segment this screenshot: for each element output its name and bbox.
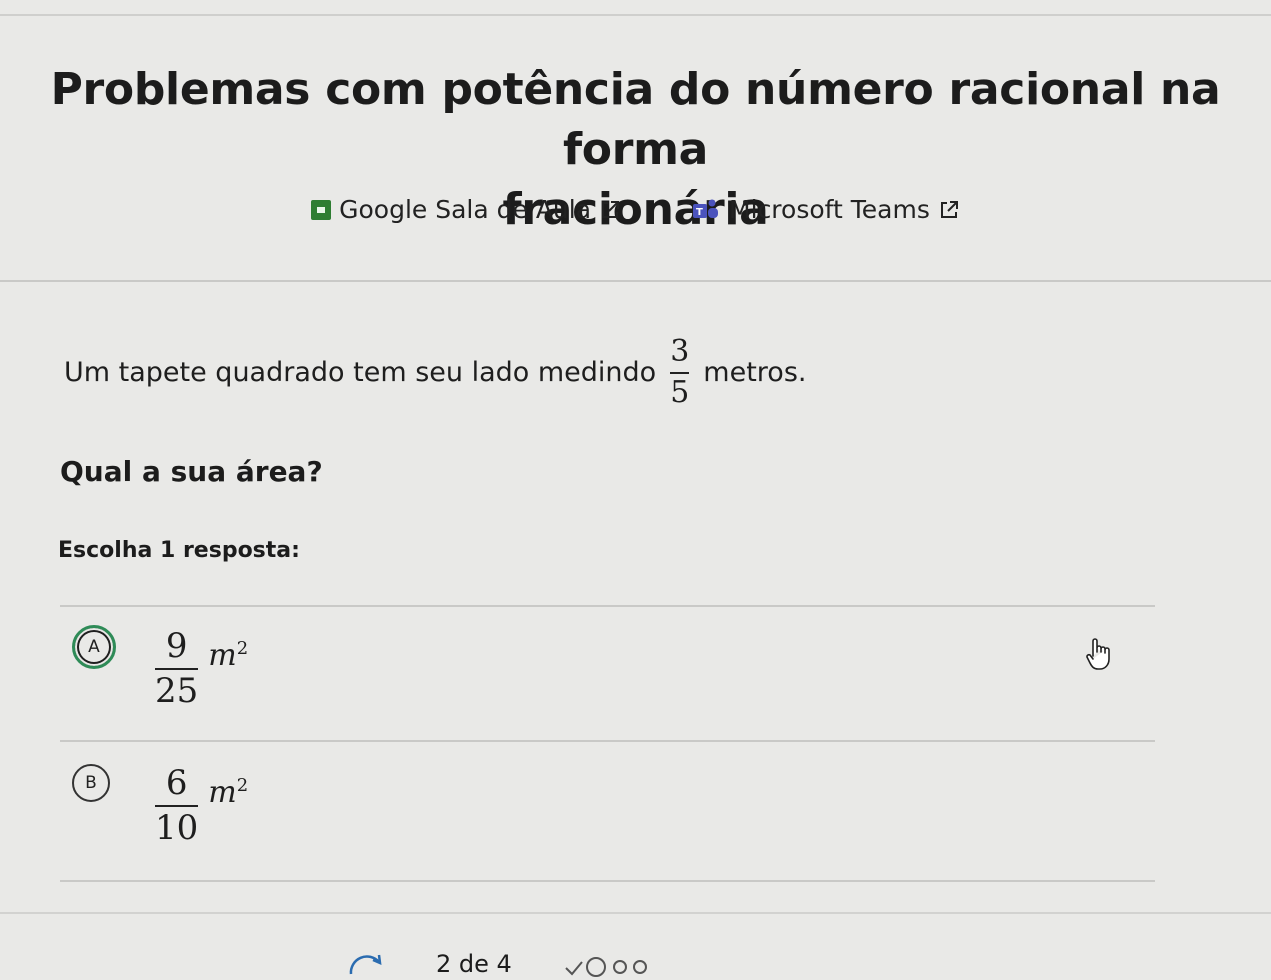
fraction-bar bbox=[155, 668, 199, 671]
option-b-unit: m2 bbox=[208, 775, 248, 810]
svg-text:T: T bbox=[696, 207, 703, 218]
question-statement: Um tapete quadrado tem seu lado medindo … bbox=[64, 334, 807, 410]
google-classroom-link[interactable]: Google Sala de Aula bbox=[311, 195, 621, 224]
footer-divider bbox=[0, 912, 1271, 914]
unit-symbol: m bbox=[208, 637, 237, 673]
radio-a-selected[interactable]: A bbox=[72, 625, 116, 669]
option-a-math: 9 25 m2 bbox=[155, 626, 248, 712]
answer-option-b[interactable]: B 6 10 m2 bbox=[60, 742, 1155, 870]
question-text-before: Um tapete quadrado tem seu lado medindo bbox=[64, 357, 657, 388]
fraction-denominator: 25 bbox=[155, 671, 199, 712]
microsoft-teams-link[interactable]: T Microsoft Teams bbox=[691, 195, 960, 224]
question-prompt: Qual a sua área? bbox=[60, 455, 323, 488]
exercise-footer: 2 de 4 bbox=[0, 940, 1271, 980]
unit-symbol: m bbox=[208, 774, 237, 810]
google-classroom-label: Google Sala de Aula bbox=[339, 195, 592, 224]
option-b-fraction: 6 10 bbox=[155, 763, 199, 849]
fraction-bar bbox=[155, 805, 199, 808]
unit-exponent: 2 bbox=[236, 637, 249, 659]
external-link-icon bbox=[599, 199, 621, 221]
share-links: Google Sala de Aula T Microsoft Teams bbox=[0, 195, 1271, 224]
answer-instruction: Escolha 1 resposta: bbox=[58, 538, 300, 563]
top-divider bbox=[0, 14, 1271, 16]
microsoft-teams-label: Microsoft Teams bbox=[729, 195, 930, 224]
radio-b[interactable]: B bbox=[72, 764, 110, 802]
fraction-numerator: 9 bbox=[165, 626, 188, 666]
question-fraction: 3 5 bbox=[670, 334, 690, 410]
microsoft-teams-icon: T bbox=[693, 199, 719, 218]
fraction-numerator: 6 bbox=[165, 763, 188, 803]
fraction-numerator: 3 bbox=[670, 334, 690, 369]
fraction-denominator: 10 bbox=[155, 808, 199, 849]
fraction-denominator: 5 bbox=[670, 374, 690, 410]
question-text-after: metros. bbox=[703, 357, 807, 388]
option-a-fraction: 9 25 bbox=[155, 626, 199, 712]
google-classroom-icon bbox=[311, 199, 332, 220]
option-divider bbox=[60, 880, 1155, 882]
question-counter: 2 de 4 bbox=[436, 950, 512, 978]
option-a-unit: m2 bbox=[208, 638, 248, 673]
redo-icon[interactable] bbox=[346, 948, 386, 978]
answer-option-a[interactable]: A 9 25 m2 bbox=[60, 607, 1155, 735]
option-letter: B bbox=[85, 773, 97, 793]
page-title-line1: Problemas com potência do número raciona… bbox=[50, 64, 1221, 175]
unit-exponent: 2 bbox=[236, 774, 249, 796]
option-b-math: 6 10 m2 bbox=[155, 763, 248, 849]
hand-cursor-icon bbox=[1086, 638, 1110, 670]
header-divider bbox=[0, 280, 1271, 282]
option-letter: A bbox=[88, 637, 100, 657]
progress-indicator bbox=[565, 957, 647, 977]
fraction-bar bbox=[670, 371, 690, 374]
external-link-icon bbox=[938, 199, 960, 221]
